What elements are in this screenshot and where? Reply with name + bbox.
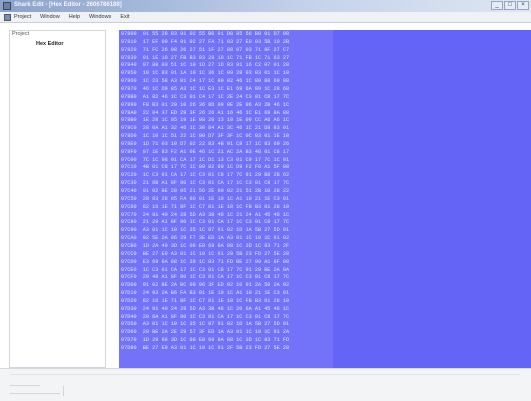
hex-row[interactable]: 078B0 1E 28 1C 05 19 1E 08 20 13 19 1E 0… (121, 117, 333, 124)
hex-row[interactable]: 07C70 24 91 40 24 28 5D A3 3B 46 1C 21 2… (121, 212, 333, 219)
hex-row[interactable]: 07D10 24 93 2A B6 FA B3 01 1E 10 1C A1 1… (121, 290, 333, 297)
hex-row[interactable]: 07D20 82 16 1E 71 8F 1C C7 01 1E 10 1C F… (121, 298, 333, 305)
window-title: Shark Edit - [Hex Editor - 2606786189] (14, 2, 122, 8)
hex-row[interactable]: 07D60 29 BE 2A 2E 29 57 3F ED 1A A3 01 1… (121, 329, 333, 336)
hex-row[interactable]: 07850 10 1C 83 01 1A 10 1C 36 1C 09 28 0… (121, 70, 333, 77)
hex-row[interactable]: 07CB0 1D 2A 49 3D 1C 08 E8 69 8A 88 1C 3… (121, 243, 333, 250)
hex-row[interactable]: 07D40 20 6A A1 8F 80 1C C3 01 CA 17 1C C… (121, 314, 333, 321)
hex-row[interactable]: 07C90 A3 01 1C 10 1C 35 1C 87 91 02 1D 1… (121, 227, 333, 234)
hex-row[interactable]: 07C10 4B 01 C8 17 7C 1C 89 82 80 1C D9 F… (121, 164, 333, 171)
menu-bar: Project Window Help Windows Exit (0, 12, 531, 23)
hex-row[interactable]: 07870 46 1C D9 85 A3 1C 1C E3 1C E1 69 6… (121, 86, 333, 93)
hex-row[interactable]: 078F0 07 1E 83 F2 A1 0E 46 1C 21 AC 2A B… (121, 149, 333, 156)
hex-row[interactable]: 07D30 24 91 40 24 28 5D A3 3B 46 1C 20 6… (121, 306, 333, 313)
document-icon[interactable] (4, 13, 11, 21)
close-button[interactable]: × (517, 1, 529, 10)
hex-row[interactable]: 07820 71 FC 26 98 26 27 51 1F 27 88 07 0… (121, 47, 333, 54)
hex-row[interactable]: 07C00 7C 1C 98 01 CA 17 1C D1 13 C3 01 C… (121, 157, 333, 164)
menu-windows[interactable]: Windows (89, 14, 111, 20)
hex-row[interactable]: 07810 17 EF 09 F4 91 02 27 FA 71 03 27 E… (121, 39, 333, 46)
hex-row[interactable]: 07C60 82 16 1E 71 8F 1C C7 01 1E 10 1C F… (121, 204, 333, 211)
hex-row[interactable]: 07C50 28 83 28 05 FA 80 01 1E 10 1C A1 1… (121, 196, 333, 203)
project-panel: Project Hex Editor (9, 30, 106, 368)
hex-row[interactable]: 07C20 1C C3 01 CA 17 1C C3 01 C8 17 7C 9… (121, 172, 333, 179)
window-controls: _ □ × (491, 1, 529, 10)
hex-row[interactable]: 07CD0 E3 69 8A 88 1C 39 1C 83 71 FD BE 2… (121, 259, 333, 266)
project-panel-header: Project (12, 31, 30, 37)
menu-exit[interactable]: Exit (120, 14, 129, 20)
hex-row[interactable]: 07CA0 02 5E 2A 06 29 F7 3E ED 1A A3 01 1… (121, 235, 333, 242)
hex-row[interactable]: 07D80 BE 27 E9 A3 01 1C 10 1C 91 2F 5B 2… (121, 345, 333, 352)
hex-editor-area[interactable]: 07800 01 55 28 83 91 02 55 B0 01 D8 85 5… (119, 30, 531, 368)
hex-row[interactable]: 07840 07 88 03 51 1C 10 1D 27 1D 83 91 1… (121, 62, 333, 69)
hex-row[interactable]: 07CF0 29 48 A1 8F 80 1C C3 01 CA 17 1C C… (121, 274, 333, 281)
hex-row[interactable]: 07D70 1D 29 88 3D 1C 08 E8 69 8A 88 1C 3… (121, 337, 333, 344)
hex-row[interactable]: 07C40 91 02 BE 28 05 21 56 2E 80 02 21 5… (121, 188, 333, 195)
hex-row[interactable]: 07C30 21 6B A1 8F 80 1C C3 01 CA 17 1C C… (121, 180, 333, 187)
hex-row[interactable]: 078A0 22 04 37 ED 29 3F 26 26 A1 16 46 1… (121, 110, 333, 117)
hex-row[interactable]: 078C0 28 0A A1 32 46 1C 30 84 A1 3C 46 1… (121, 125, 333, 132)
status-bar (0, 368, 531, 401)
hex-row[interactable]: 07C80 21 29 A1 8F 80 1C C3 01 CA 17 1C C… (121, 219, 333, 226)
hex-row[interactable]: 07D00 91 02 BE 2A BC 09 96 3F ED 02 10 9… (121, 282, 333, 289)
tree-item-hex-editor[interactable]: Hex Editor (36, 41, 64, 47)
maximize-button[interactable]: □ (504, 1, 516, 10)
hex-row[interactable]: 07D50 A3 01 1C 10 1C 35 1C 87 91 02 1D 1… (121, 321, 333, 328)
hex-row[interactable]: 07890 F8 B3 01 20 10 26 36 8D 09 0E 2E 0… (121, 102, 333, 109)
hex-row[interactable]: 07800 01 55 28 83 91 02 55 B0 01 D8 85 5… (121, 31, 333, 38)
status-line (10, 393, 60, 394)
hex-row[interactable]: 078E0 1D 71 03 10 D7 02 22 83 4B 01 C8 1… (121, 141, 333, 148)
app-icon (3, 2, 11, 10)
hex-row[interactable]: 07CE0 1C C3 01 CA 17 1C C3 01 C8 17 7C 9… (121, 267, 333, 274)
title-bar: Shark Edit - [Hex Editor - 2606786189] _… (0, 0, 531, 12)
status-line (10, 385, 40, 386)
hex-row[interactable]: 07830 01 1E 10 27 FB B3 03 28 10 1C 71 F… (121, 55, 333, 62)
hex-row[interactable]: 078D0 1C 10 1C 51 22 1C 00 D7 3F 3F 1C 0… (121, 133, 333, 140)
hex-view[interactable]: 07800 01 55 28 83 91 02 55 B0 01 D8 85 5… (119, 30, 333, 368)
menu-help[interactable]: Help (69, 14, 80, 20)
hex-row[interactable]: 07880 A1 82 46 1C C3 01 C4 17 1C 2E 24 C… (121, 94, 333, 101)
status-separator (63, 386, 64, 396)
minimize-button[interactable]: _ (491, 1, 503, 10)
menu-project[interactable]: Project (14, 14, 31, 20)
menu-window[interactable]: Window (40, 14, 60, 20)
hex-row[interactable]: 07860 1C 23 58 A3 01 C4 17 1C 89 02 46 1… (121, 78, 333, 85)
status-divider (10, 374, 520, 383)
hex-row[interactable]: 07CC0 BE 27 E9 A3 01 1C 10 1C 91 29 5B 2… (121, 251, 333, 258)
